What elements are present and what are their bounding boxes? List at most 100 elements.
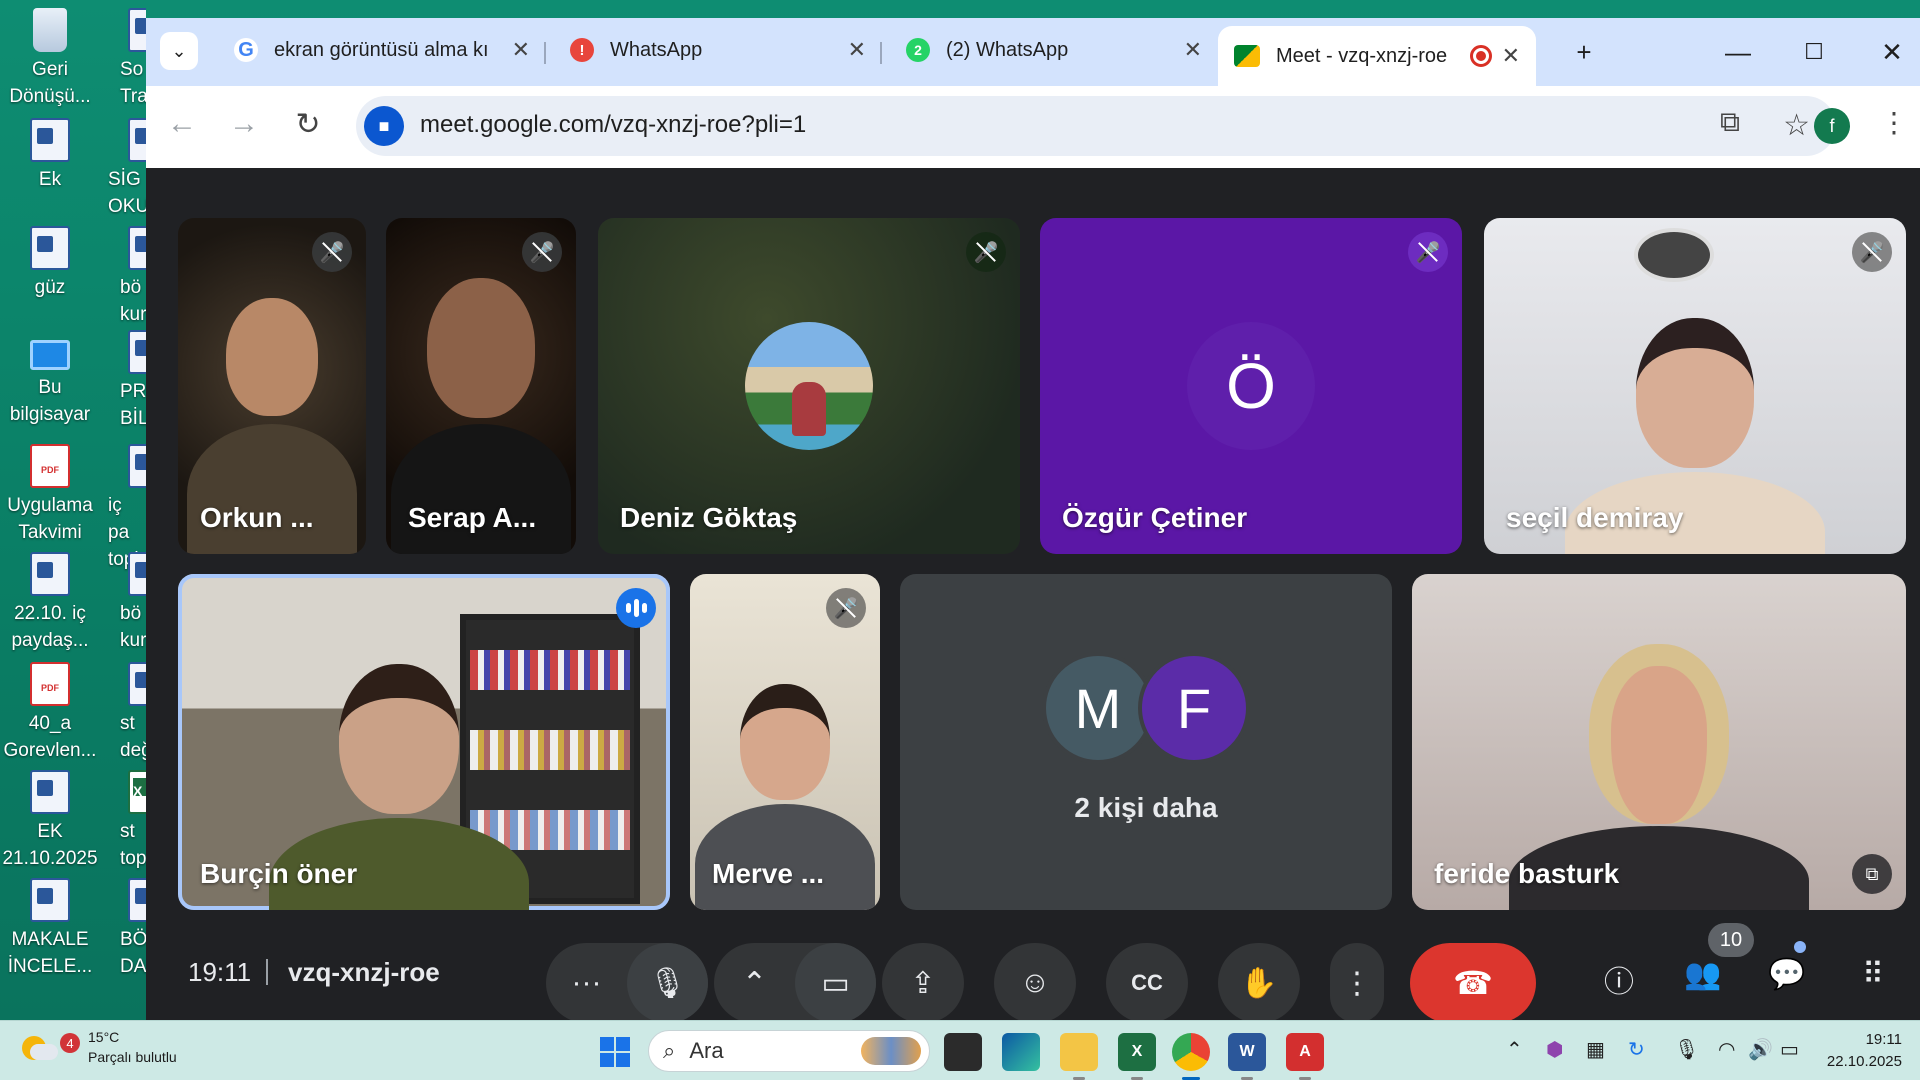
- camera-icon[interactable]: ▭: [795, 943, 876, 1023]
- chevron-up-icon[interactable]: ⌃: [714, 943, 795, 1023]
- volume-icon[interactable]: 🔊: [1748, 1037, 1773, 1062]
- desktop-icon-col2[interactable]: bö kuru: [100, 552, 146, 654]
- participant-tile-serap[interactable]: 🎤 Serap A...: [386, 218, 576, 554]
- desktop-icon-ek-21-10[interactable]: EK 21.10.2025: [0, 770, 100, 872]
- tab-google-search[interactable]: G ekran görüntüsü alma kı ✕: [218, 30, 546, 70]
- desktop-icon-label: st top: [120, 821, 146, 869]
- people-icon[interactable]: 👥: [1678, 957, 1728, 992]
- word-doc-icon: [30, 878, 70, 922]
- participant-name: Deniz Göktaş: [620, 502, 798, 533]
- extensions-icon[interactable]: ⧉: [1720, 106, 1740, 139]
- close-icon[interactable]: ✕: [512, 37, 530, 63]
- word-doc-icon: [128, 662, 146, 706]
- desktop-icon-label: Ek: [38, 169, 62, 190]
- speaking-indicator-icon: [616, 588, 656, 628]
- tab-title: (2) WhatsApp: [946, 38, 1069, 61]
- desktop-icon-col2[interactable]: So Tran: [100, 8, 146, 110]
- tab-whatsapp[interactable]: ! WhatsApp ✕: [554, 30, 882, 70]
- minimize-icon[interactable]: —: [1714, 32, 1762, 72]
- battery-icon[interactable]: ▭: [1780, 1037, 1799, 1062]
- participant-tile-burcin[interactable]: Burçin öner: [178, 574, 670, 910]
- word-icon[interactable]: W: [1228, 1033, 1266, 1080]
- wifi-icon[interactable]: ◠: [1718, 1037, 1735, 1062]
- present-screen-icon[interactable]: ⇪: [882, 943, 964, 1023]
- desktop-icon-ic-paydas[interactable]: 22.10. iç paydaş...: [0, 552, 100, 654]
- new-tab-button[interactable]: +: [1560, 32, 1608, 72]
- desktop-icon-uygulama-takvimi[interactable]: Uygulama Takvimi: [0, 444, 100, 546]
- desktop-icon-recycle-bin[interactable]: Geri Dönüşü...: [0, 8, 100, 110]
- alert-favicon-icon: !: [570, 38, 594, 62]
- desktop-icon-this-pc[interactable]: Bu bilgisayar: [0, 330, 100, 428]
- back-arrow-icon[interactable]: ←: [160, 102, 204, 146]
- activities-grid-icon[interactable]: ⠿: [1848, 957, 1898, 992]
- more-vert-icon[interactable]: ⋮: [1880, 106, 1908, 139]
- tab-meet[interactable]: Meet - vzq-xnzj-roe ✕: [1218, 26, 1536, 86]
- url-text[interactable]: meet.google.com/vzq-xnzj-roe?pli=1: [420, 111, 806, 139]
- tray-app-icon[interactable]: ⬢: [1546, 1037, 1563, 1062]
- participant-tile-orkun[interactable]: 🎤 Orkun ...: [178, 218, 366, 554]
- taskbar-clock[interactable]: 19:11 22.10.2025: [1827, 1029, 1902, 1073]
- desktop-icon-ek[interactable]: Ek: [0, 118, 100, 193]
- maximize-icon[interactable]: ☐: [1790, 32, 1838, 72]
- desktop-icon-col2[interactable]: st top: [100, 770, 146, 872]
- tray-app-icon[interactable]: ▦: [1586, 1037, 1605, 1062]
- picture-in-picture-icon[interactable]: ⧉: [1852, 854, 1892, 894]
- desktop-icon-col2[interactable]: SİG OKU: [100, 118, 146, 220]
- profile-avatar[interactable]: f: [1814, 108, 1850, 144]
- close-icon[interactable]: ✕: [1184, 37, 1202, 63]
- forward-arrow-icon[interactable]: →: [222, 102, 266, 146]
- desktop-icon-col2[interactable]: BÖ DAN: [100, 878, 146, 980]
- desktop-icon-label: Bu bilgisayar: [9, 377, 91, 425]
- tab-search-button[interactable]: ⌄: [160, 32, 198, 70]
- captions-icon[interactable]: CC: [1106, 943, 1188, 1023]
- tab-whatsapp-2[interactable]: 2 (2) WhatsApp ✕: [890, 30, 1218, 70]
- chrome-icon[interactable]: [1172, 1033, 1210, 1080]
- participant-tile-feride[interactable]: ⧉ feride basturk: [1412, 574, 1906, 910]
- microphone-icon[interactable]: 🎙: [1674, 1037, 1699, 1062]
- reload-icon[interactable]: ↻: [286, 102, 330, 146]
- mic-off-icon: 🎤: [1408, 232, 1448, 272]
- desktop-icon-col2[interactable]: st değe: [100, 662, 146, 764]
- edge-icon[interactable]: [1002, 1033, 1040, 1071]
- chevron-up-icon[interactable]: ⌃: [1506, 1037, 1523, 1062]
- mic-off-icon: 🎤: [1852, 232, 1892, 272]
- participant-tile-merve[interactable]: 🎤 Merve ...: [690, 574, 880, 910]
- chat-unread-dot: [1794, 941, 1806, 953]
- close-window-icon[interactable]: ✕: [1868, 32, 1916, 72]
- meeting-info-icon[interactable]: ⓘ: [1594, 957, 1644, 1001]
- task-view-icon[interactable]: [944, 1033, 982, 1071]
- weather-temp: 15°C: [88, 1029, 120, 1045]
- participant-name: seçil demiray: [1506, 502, 1684, 533]
- chat-icon[interactable]: 💬: [1762, 957, 1812, 992]
- microphone-icon[interactable]: 🎙: [627, 943, 708, 1023]
- participant-tile-deniz[interactable]: 🎤 Deniz Göktaş: [598, 218, 1020, 554]
- close-icon[interactable]: ✕: [848, 37, 866, 63]
- participant-name: Orkun ...: [200, 502, 314, 533]
- desktop-icon-guz[interactable]: güz: [0, 226, 100, 301]
- raise-hand-icon[interactable]: ✋: [1218, 943, 1300, 1023]
- desktop-icon-col2[interactable]: PR BİLG: [100, 330, 146, 432]
- excel-icon[interactable]: X: [1118, 1033, 1156, 1080]
- clock-time: 19:11: [1865, 1031, 1902, 1048]
- close-icon[interactable]: ✕: [1502, 43, 1520, 69]
- audio-options-icon[interactable]: ···: [546, 943, 627, 1023]
- participant-tile-ozgur[interactable]: Ö 🎤 Özgür Çetiner: [1040, 218, 1462, 554]
- others-tile[interactable]: M F 2 kişi daha: [900, 574, 1392, 910]
- acrobat-icon[interactable]: A: [1286, 1033, 1324, 1080]
- desktop-icon-makale[interactable]: MAKALE İNCELE...: [0, 878, 100, 980]
- emoji-icon[interactable]: ☺: [994, 943, 1076, 1023]
- desktop-icon-gorevlendirme[interactable]: 40_a Gorevlen...: [0, 662, 100, 764]
- desktop-icon-label: MAKALE İNCELE...: [7, 929, 93, 977]
- participant-tile-secil[interactable]: 🎤 seçil demiray: [1484, 218, 1906, 554]
- weather-widget[interactable]: 4 15°C Parçalı bulutlu: [22, 1027, 177, 1067]
- address-bar[interactable]: ■ meet.google.com/vzq-xnzj-roe?pli=1 ☆: [356, 96, 1836, 156]
- file-explorer-icon[interactable]: [1060, 1033, 1098, 1080]
- desktop-icon-col2[interactable]: bö kuru: [100, 226, 146, 328]
- more-options-icon[interactable]: ⋮: [1330, 943, 1384, 1023]
- sync-icon[interactable]: ↻: [1628, 1037, 1645, 1062]
- leave-call-button[interactable]: ☎: [1410, 943, 1536, 1023]
- bookmark-star-icon[interactable]: ☆: [1783, 108, 1810, 143]
- desktop-icon-label: bö kuru: [120, 277, 146, 325]
- taskbar-search[interactable]: ⌕ Ara: [648, 1030, 930, 1072]
- start-button[interactable]: [600, 1037, 630, 1067]
